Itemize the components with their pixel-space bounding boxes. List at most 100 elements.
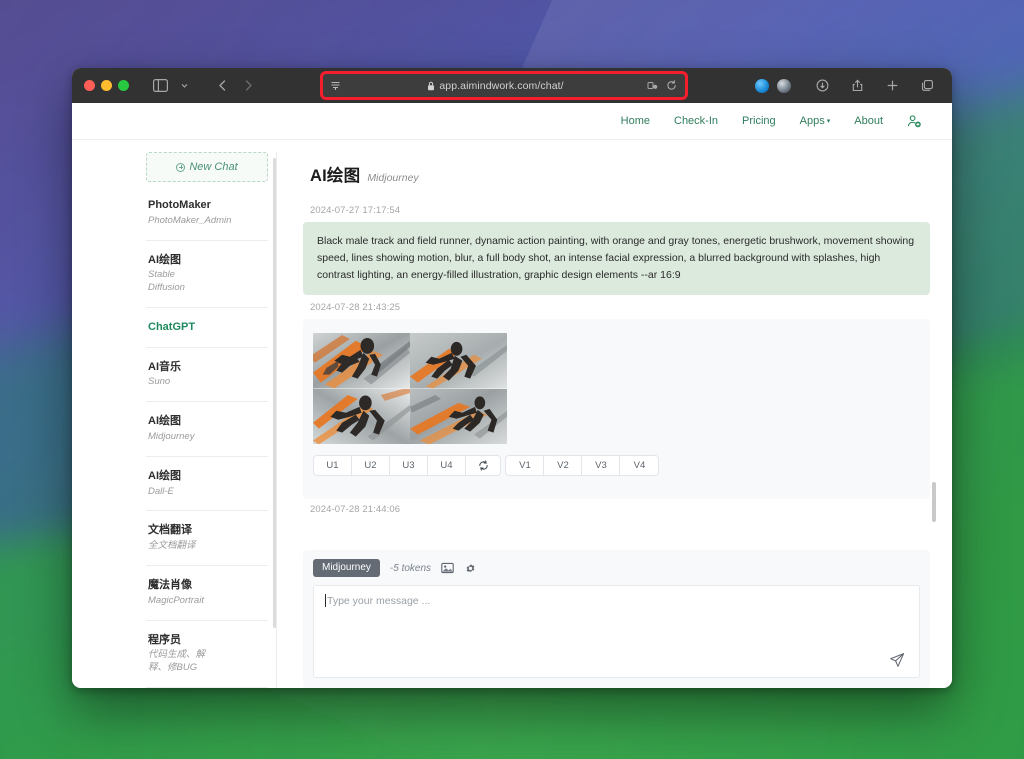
image-attach-icon[interactable] — [441, 562, 454, 574]
sidebar-item-photomaker[interactable]: PhotoMaker PhotoMaker_Admin — [146, 186, 268, 241]
token-cost-label: -5 tokens — [389, 562, 432, 574]
assistant-message-bubble: U1 U2 U3 U4 V1 V2 V3 V4 — [303, 319, 930, 499]
list-item-sub: PhotoMaker_Admin — [148, 214, 232, 226]
url-label: app.aimindwork.com/chat/ — [439, 79, 564, 92]
message-timestamp: 2024-07-27 17:17:54 — [310, 205, 401, 216]
chat-header: AI绘图 Midjourney — [303, 152, 930, 200]
upscale-button-u1[interactable]: U1 — [314, 456, 352, 475]
downloads-icon[interactable] — [811, 75, 833, 97]
nav-apps[interactable]: Apps ▾ — [800, 115, 831, 127]
upscale-button-u3[interactable]: U3 — [390, 456, 428, 475]
message-placeholder: Type your message ... — [325, 594, 908, 607]
sidebar-item-chatgpt[interactable]: ChatGPT — [146, 308, 268, 348]
new-tab-icon[interactable] — [881, 75, 903, 97]
toolbar-right-icons — [811, 75, 942, 97]
url-text-group[interactable]: app.aimindwork.com/chat/ — [345, 80, 646, 92]
list-item-title: AI绘图 — [148, 469, 181, 482]
chat-sidebar: New Chat PhotoMaker PhotoMaker_Admin AI绘… — [146, 152, 277, 688]
sidebar-scrollbar[interactable] — [273, 158, 276, 628]
new-chat-label: New Chat — [189, 161, 238, 173]
generated-image-1[interactable] — [313, 333, 410, 389]
nav-check-in[interactable]: Check-In — [674, 115, 718, 127]
minimize-button[interactable] — [101, 80, 112, 91]
sidebar-item-programmer[interactable]: 程序员 代码生成、解释、修BUG — [146, 621, 268, 688]
browser-window: app.aimindwork.com/chat/ Home Check-In P… — [72, 68, 952, 688]
list-item-sub: Suno — [148, 376, 171, 388]
compose-toolbar: Midjourney -5 tokens — [313, 559, 920, 577]
navigation-arrows — [211, 75, 259, 97]
sidebar-toggle-icon[interactable] — [149, 75, 171, 97]
chat-scrollbar[interactable] — [932, 482, 936, 522]
generated-image-3[interactable] — [313, 388, 410, 444]
gear-icon[interactable] — [464, 562, 477, 575]
browser-toolbar: app.aimindwork.com/chat/ — [72, 68, 952, 103]
sidebar-toggle-group[interactable] — [149, 75, 195, 97]
nav-pricing[interactable]: Pricing — [742, 115, 776, 127]
chat-main: AI绘图 Midjourney 2024-07-27 17:17:54 Blac… — [303, 152, 936, 688]
address-bar[interactable]: app.aimindwork.com/chat/ — [320, 71, 688, 100]
compose-area: Midjourney -5 tokens Type your message .… — [303, 550, 930, 688]
list-item-sub: Dall-E — [148, 485, 174, 497]
zoom-button[interactable] — [118, 80, 129, 91]
new-chat-button[interactable]: New Chat — [146, 152, 268, 182]
refresh-icon[interactable] — [466, 456, 500, 475]
variation-button-v3[interactable]: V3 — [582, 456, 621, 475]
extension-secondary-icon[interactable] — [777, 78, 791, 93]
close-button[interactable] — [84, 80, 95, 91]
page-body: New Chat PhotoMaker PhotoMaker_Admin AI绘… — [72, 140, 952, 688]
variation-button-v4[interactable]: V4 — [620, 456, 659, 475]
extension-globe-icon[interactable] — [755, 78, 769, 93]
message-input[interactable]: Type your message ... — [313, 585, 920, 678]
list-item-sub: MagicPortrait — [148, 594, 204, 606]
text-caret — [325, 594, 326, 607]
window-traffic-lights — [82, 80, 129, 91]
sidebar-item-suno[interactable]: AI音乐 Suno — [146, 348, 268, 403]
chat-model-label: Midjourney — [367, 172, 419, 184]
upscale-button-u4[interactable]: U4 — [428, 456, 466, 475]
page-title: AI绘图 — [310, 167, 361, 185]
chevron-down-icon: ▾ — [826, 118, 831, 126]
list-item-sub: Midjourney — [148, 431, 195, 442]
list-item-title: 魔法肖像 — [148, 578, 192, 591]
model-chip[interactable]: Midjourney — [313, 559, 380, 577]
sidebar-item-stable-diffusion[interactable]: AI绘图 Stable Diffusion — [146, 241, 268, 308]
list-item-title: AI绘图 — [148, 415, 181, 428]
extension-puzzle-icon[interactable] — [646, 79, 659, 92]
sidebar-item-magicportrait[interactable]: 魔法肖像 MagicPortrait — [146, 566, 268, 621]
sidebar-item-midjourney[interactable]: AI绘图 Midjourney — [146, 402, 268, 457]
nav-about[interactable]: About — [854, 115, 883, 127]
chevron-down-icon[interactable] — [173, 75, 195, 97]
variation-button-v2[interactable]: V2 — [544, 456, 583, 475]
generated-image-2[interactable] — [410, 333, 507, 389]
back-chevron-icon[interactable] — [211, 75, 233, 97]
extension-icons — [755, 78, 791, 93]
upscale-button-u2[interactable]: U2 — [352, 456, 390, 475]
nav-home[interactable]: Home — [621, 115, 650, 127]
lock-icon — [427, 81, 435, 91]
generated-image-4[interactable] — [410, 388, 507, 444]
share-icon[interactable] — [846, 75, 868, 97]
url-right-icons — [646, 79, 678, 92]
reload-icon[interactable] — [665, 79, 678, 92]
placeholder-text: Type your message ... — [327, 595, 431, 607]
forward-chevron-icon[interactable] — [237, 75, 259, 97]
list-item-title: 文档翻译 — [148, 524, 192, 537]
reader-view-icon[interactable] — [330, 80, 341, 91]
user-add-icon[interactable] — [907, 114, 922, 129]
generated-image-grid[interactable] — [313, 333, 507, 444]
list-item-title: AI绘图 — [148, 253, 181, 266]
sidebar-item-document-translate[interactable]: 文档翻译 全文档翻译 — [146, 511, 268, 566]
list-item-title: AI音乐 — [148, 360, 181, 373]
list-item-title: 程序员 — [148, 633, 181, 646]
tab-overview-icon[interactable] — [916, 75, 938, 97]
upscale-button-row: U1 U2 U3 U4 — [313, 455, 501, 476]
list-item-title: ChatGPT — [148, 320, 196, 333]
last-timestamp: 2024-07-28 21:44:06 — [310, 504, 401, 515]
message-timestamp: 2024-07-28 21:43:25 — [310, 302, 401, 313]
site-navbar: Home Check-In Pricing Apps ▾ About — [72, 103, 952, 140]
message-list: 2024-07-27 17:17:54 Black male track and… — [303, 200, 936, 522]
variation-button-v1[interactable]: V1 — [506, 456, 545, 475]
sidebar-item-dalle[interactable]: AI绘图 Dall-E — [146, 457, 268, 512]
send-icon[interactable] — [889, 652, 905, 668]
list-item-title: PhotoMaker — [148, 199, 211, 211]
